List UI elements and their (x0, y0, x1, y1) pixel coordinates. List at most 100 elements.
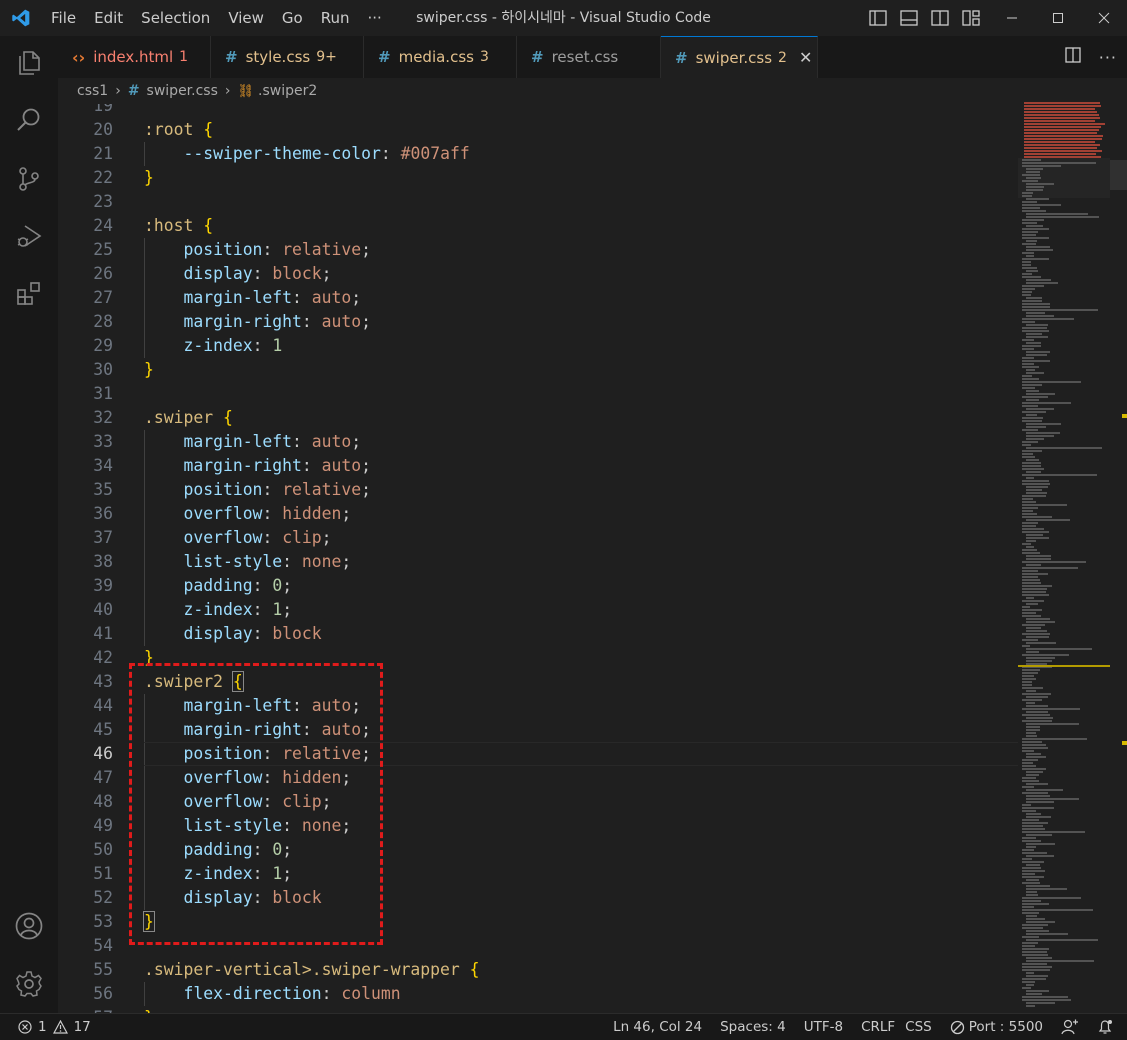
breadcrumb-file[interactable]: swiper.css (147, 83, 218, 99)
toggle-primary-sidebar-icon[interactable] (866, 6, 890, 30)
feedback-icon[interactable] (1061, 1019, 1079, 1035)
explorer-icon[interactable] (9, 43, 49, 83)
minimap-line (1022, 267, 1037, 269)
encoding[interactable]: UTF-8 (804, 1019, 843, 1035)
problems-indicator[interactable]: 1 17 (18, 1019, 91, 1035)
code-line[interactable]: 36 overflow: hidden; (58, 502, 1018, 526)
code-line[interactable]: 48 overflow: clip; (58, 790, 1018, 814)
menu-item-selection[interactable]: Selection (132, 0, 219, 36)
tab-index-html[interactable]: ‹› index.html 1 (58, 36, 211, 78)
source-control-icon[interactable] (9, 159, 49, 199)
vertical-scrollbar[interactable] (1110, 160, 1127, 190)
code-line[interactable]: 19 (58, 104, 1018, 118)
code-line[interactable]: 39 padding: 0; (58, 574, 1018, 598)
code-line[interactable]: 47 overflow: hidden; (58, 766, 1018, 790)
code-line[interactable]: 45 margin-right: auto; (58, 718, 1018, 742)
indentation[interactable]: Spaces: 4 (720, 1019, 786, 1035)
minimize-icon[interactable] (989, 0, 1035, 36)
close-icon[interactable] (1081, 0, 1127, 36)
minimap[interactable] (1018, 78, 1127, 1013)
tab-reset-css[interactable]: # reset.css (517, 36, 661, 78)
code-line[interactable]: 56 flex-direction: column (58, 982, 1018, 1006)
code-line[interactable]: 50 padding: 0; (58, 838, 1018, 862)
code-line[interactable]: 33 margin-left: auto; (58, 430, 1018, 454)
code-text: flex-direction: column (183, 984, 401, 1003)
code-line[interactable]: 49 list-style: none; (58, 814, 1018, 838)
toggle-secondary-sidebar-icon[interactable] (928, 6, 952, 30)
tab-swiper-css[interactable]: # swiper.css 2 ✕ (661, 36, 818, 78)
code-editor[interactable]: 19 20:root {21 --swiper-theme-color: #007… (58, 104, 1018, 1013)
customize-layout-icon[interactable] (959, 6, 983, 30)
minimap-line (1026, 198, 1049, 200)
window-controls (989, 0, 1127, 36)
menu-item-view[interactable]: View (219, 0, 273, 36)
code-line[interactable]: 44 margin-left: auto; (58, 694, 1018, 718)
language-mode[interactable]: CSS (905, 1019, 932, 1035)
search-icon[interactable] (9, 100, 49, 140)
notifications-bell-icon[interactable] (1097, 1019, 1113, 1035)
maximize-icon[interactable] (1035, 0, 1081, 36)
minimap-line (1022, 720, 1052, 722)
minimap-line (1022, 528, 1044, 530)
code-line[interactable]: 55 .swiper-vertical>.swiper-wrapper { (58, 958, 1018, 982)
code-line[interactable]: 22} (58, 166, 1018, 190)
html-icon: ‹› (72, 47, 86, 67)
code-line[interactable]: 37 overflow: clip; (58, 526, 1018, 550)
code-line[interactable]: 46 position: relative; (58, 742, 1018, 766)
minimap-line (1022, 681, 1033, 683)
breadcrumb-symbol[interactable]: .swiper2 (258, 83, 317, 99)
code-line[interactable]: 32 .swiper { (58, 406, 1018, 430)
code-line[interactable]: 31 (58, 382, 1018, 406)
code-line[interactable]: 30} (58, 358, 1018, 382)
minimap-line (1022, 405, 1038, 407)
split-editor-icon[interactable] (1065, 47, 1081, 67)
live-server-port[interactable]: Port : 5500 (950, 1019, 1043, 1035)
code-line[interactable]: 34 margin-right: auto; (58, 454, 1018, 478)
minimap-line (1022, 444, 1032, 446)
code-line[interactable]: 29 z-index: 1 (58, 334, 1018, 358)
code-line[interactable]: 43 .swiper2 { (58, 670, 1018, 694)
code-line[interactable]: 35 position: relative; (58, 478, 1018, 502)
code-line[interactable]: 40 z-index: 1; (58, 598, 1018, 622)
code-line[interactable]: 51 z-index: 1; (58, 862, 1018, 886)
end-of-line[interactable]: CRLF (861, 1019, 895, 1035)
tab-media-css[interactable]: # media.css 3 (364, 36, 517, 78)
cursor-position[interactable]: Ln 46, Col 24 (613, 1019, 702, 1035)
code-line[interactable]: 23 (58, 190, 1018, 214)
code-line[interactable]: 26 display: block; (58, 262, 1018, 286)
menu-item-run[interactable]: Run (312, 0, 359, 36)
menu-item-more[interactable]: ··· (359, 0, 391, 36)
minimap-line (1022, 543, 1032, 545)
code-line[interactable]: 52 display: block (58, 886, 1018, 910)
code-line[interactable]: 53} (58, 910, 1018, 934)
minimap-line (1026, 753, 1041, 755)
accounts-icon[interactable] (9, 906, 49, 946)
code-line[interactable]: 27 margin-left: auto; (58, 286, 1018, 310)
minimap-line (1024, 117, 1101, 119)
settings-gear-icon[interactable] (9, 964, 49, 1004)
code-line[interactable]: 24:host { (58, 214, 1018, 238)
minimap-line (1022, 903, 1050, 905)
close-tab-icon[interactable]: ✕ (799, 48, 812, 67)
code-line[interactable]: 38 list-style: none; (58, 550, 1018, 574)
menu-item-edit[interactable]: Edit (85, 0, 132, 36)
code-line[interactable]: 28 margin-right: auto; (58, 310, 1018, 334)
minimap-line (1022, 858, 1033, 860)
code-line[interactable]: 54 (58, 934, 1018, 958)
code-line[interactable]: 42} (58, 646, 1018, 670)
code-line[interactable]: 20:root { (58, 118, 1018, 142)
code-line[interactable]: 41 display: block (58, 622, 1018, 646)
code-line[interactable]: 25 position: relative; (58, 238, 1018, 262)
tab-style-css[interactable]: # style.css 9+ (211, 36, 364, 78)
code-line[interactable]: 21 --swiper-theme-color: #007aff (58, 142, 1018, 166)
menu-item-go[interactable]: Go (273, 0, 312, 36)
more-actions-icon[interactable]: ··· (1099, 48, 1117, 67)
toggle-panel-icon[interactable] (897, 6, 921, 30)
breadcrumb-folder[interactable]: css1 (77, 83, 108, 99)
extensions-icon[interactable] (9, 274, 49, 314)
minimap-line (1022, 966, 1052, 968)
run-debug-icon[interactable] (9, 216, 49, 256)
code-line[interactable]: 57} (58, 1006, 1018, 1013)
menu-item-file[interactable]: File (42, 0, 85, 36)
tab-label: style.css (245, 48, 311, 66)
